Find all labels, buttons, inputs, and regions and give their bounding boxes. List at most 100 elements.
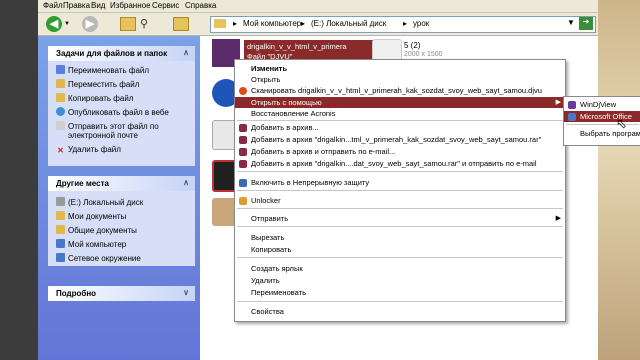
image-file-name[interactable]: 5 (2)	[404, 41, 420, 50]
mouse-cursor-icon: ⬁	[616, 116, 627, 131]
winrar-icon	[239, 148, 247, 156]
menu-item-cut[interactable]: Вырезать	[235, 232, 565, 243]
menu-item-acronis[interactable]: Восстановление Acronis	[235, 108, 565, 119]
other-places-panel: Другие места ∧ (E:) Локальный диск Мои до…	[48, 176, 195, 266]
menu-help[interactable]: Справка	[185, 1, 216, 10]
windjview-icon	[568, 101, 576, 109]
place-network[interactable]: Сетевое окружение	[56, 253, 141, 263]
address-dropdown-icon[interactable]: ▼	[567, 18, 575, 27]
publish-file-link[interactable]: Опубликовать файл в вебе	[56, 107, 169, 117]
collapse-icon[interactable]: ∧	[183, 48, 189, 57]
move-icon	[56, 79, 65, 88]
menu-separator	[237, 190, 563, 191]
menu-item-create-shortcut[interactable]: Создать ярлык	[235, 263, 565, 274]
menu-item-properties[interactable]: Свойства	[235, 306, 565, 317]
back-button[interactable]: ◀	[46, 16, 62, 32]
forward-button[interactable]: ▶	[82, 16, 98, 32]
submenu-choose-program[interactable]: Выбрать програм	[564, 128, 640, 139]
menu-separator	[237, 171, 563, 172]
place-my-computer[interactable]: Мой компьютер	[56, 239, 126, 249]
office-icon	[568, 113, 576, 121]
menu-item-copy[interactable]: Копировать	[235, 244, 565, 255]
address-part: Мой компьютер	[243, 19, 302, 28]
protection-icon	[239, 179, 247, 187]
unlocker-icon	[239, 197, 247, 205]
winrar-icon	[239, 136, 247, 144]
address-part: (E:) Локальный диск	[311, 19, 387, 28]
background-left	[0, 0, 38, 360]
mail-icon	[56, 121, 65, 130]
email-file-link[interactable]: Отправить этот файл по	[56, 121, 159, 131]
menu-item-edit[interactable]: Изменить	[235, 63, 565, 74]
menu-separator	[237, 120, 563, 121]
menu-favorites[interactable]: Избранное	[110, 1, 151, 10]
submenu-arrow-icon: ▶	[555, 99, 561, 106]
menu-file[interactable]: Файл	[43, 1, 63, 10]
tasks-pane: Задачи для файлов и папок ∧ Переименовать…	[38, 36, 200, 360]
menu-separator	[237, 257, 563, 258]
place-shared-documents[interactable]: Общие документы	[56, 225, 137, 235]
computer-icon	[56, 239, 65, 248]
folder-icon	[56, 211, 65, 220]
search-icon[interactable]: ⚲	[140, 17, 148, 30]
expand-icon[interactable]: ∨	[183, 288, 189, 297]
email-file-link-cont[interactable]: электронной почте	[68, 131, 138, 140]
menu-item-add-archive[interactable]: Добавить в архив...	[235, 122, 565, 133]
other-places-header[interactable]: Другие места ∧	[48, 176, 195, 191]
menu-bar: Файл Правка Вид Избранное Сервис Справка	[38, 0, 598, 13]
details-header[interactable]: Подробно ∨	[48, 286, 195, 301]
folder-up-icon[interactable]	[120, 17, 136, 31]
address-bar[interactable]: ▸ Мой компьютер ▸ (E:) Локальный диск ▸ …	[210, 16, 596, 33]
winrar-icon	[239, 124, 247, 132]
menu-item-archive-named-email[interactable]: Добавить в архив "drigalkin....dat_svoy_…	[235, 158, 565, 169]
menu-item-open-with[interactable]: Открыть с помощью ▶	[235, 97, 565, 108]
winrar-icon	[239, 160, 247, 168]
submenu-arrow-icon: ▶	[555, 215, 561, 222]
menu-item-delete[interactable]: Удалить	[235, 275, 565, 286]
folders-icon[interactable]	[173, 17, 189, 31]
network-icon	[56, 253, 65, 262]
move-file-link[interactable]: Переместить файл	[56, 79, 139, 89]
menu-item-unlocker[interactable]: Unlocker	[235, 195, 565, 206]
menu-view[interactable]: Вид	[91, 1, 105, 10]
rename-file-link[interactable]: Переименовать файл	[56, 65, 149, 75]
delete-file-link[interactable]: ✕ Удалить файл	[56, 145, 121, 155]
menu-edit[interactable]: Правка	[63, 1, 90, 10]
file-tasks-panel: Задачи для файлов и папок ∧ Переименовать…	[48, 46, 195, 166]
toolbar: ◀ ▼ ▶ ⚲ ▸ Мой компьютер ▸ (E:) Локальный…	[38, 13, 598, 36]
menu-item-scan[interactable]: Сканировать drigalkin_v_v_html_v_primera…	[235, 85, 565, 96]
rename-icon	[56, 65, 65, 74]
submenu-ms-office[interactable]: Microsoft Office	[564, 111, 640, 122]
place-local-disk[interactable]: (E:) Локальный диск	[56, 197, 143, 207]
menu-item-add-archive-named[interactable]: Добавить в архив "drigalkin...tml_v_prim…	[235, 134, 565, 145]
image-file-size: 2000 x 1500	[404, 51, 443, 58]
open-with-submenu: WinDjView Microsoft Office Выбрать прогр…	[563, 96, 640, 146]
menu-tools[interactable]: Сервис	[152, 1, 179, 10]
copy-icon	[56, 93, 65, 102]
menu-item-rename[interactable]: Переименовать	[235, 287, 565, 298]
details-panel: Подробно ∨	[48, 286, 195, 301]
menu-separator	[237, 301, 563, 302]
address-part: урок	[413, 19, 430, 28]
context-menu: Изменить Открыть Сканировать drigalkin_v…	[234, 59, 566, 322]
collapse-icon[interactable]: ∧	[183, 178, 189, 187]
menu-item-send-to[interactable]: Отправить ▶	[235, 213, 565, 224]
file-tasks-header[interactable]: Задачи для файлов и папок ∧	[48, 46, 195, 61]
copy-file-link[interactable]: Копировать файл	[56, 93, 133, 103]
address-folder-icon	[214, 19, 226, 28]
go-icon[interactable]: ➜	[579, 17, 593, 30]
globe-icon	[56, 107, 65, 116]
menu-separator	[237, 208, 563, 209]
menu-item-open[interactable]: Открыть	[235, 74, 565, 85]
place-my-documents[interactable]: Мои документы	[56, 211, 126, 221]
delete-icon: ✕	[57, 146, 64, 155]
folder-icon	[56, 225, 65, 234]
menu-item-continuous-protection[interactable]: Включить в Непрерывную защиту	[235, 177, 565, 188]
antivirus-icon	[239, 87, 247, 95]
drive-icon	[56, 197, 65, 206]
menu-separator	[237, 226, 563, 227]
submenu-windjview[interactable]: WinDjView	[564, 99, 640, 110]
back-dropdown-icon[interactable]: ▼	[64, 21, 70, 27]
background-right	[598, 0, 640, 360]
menu-item-archive-email[interactable]: Добавить в архив и отправить по e-mail..…	[235, 146, 565, 157]
